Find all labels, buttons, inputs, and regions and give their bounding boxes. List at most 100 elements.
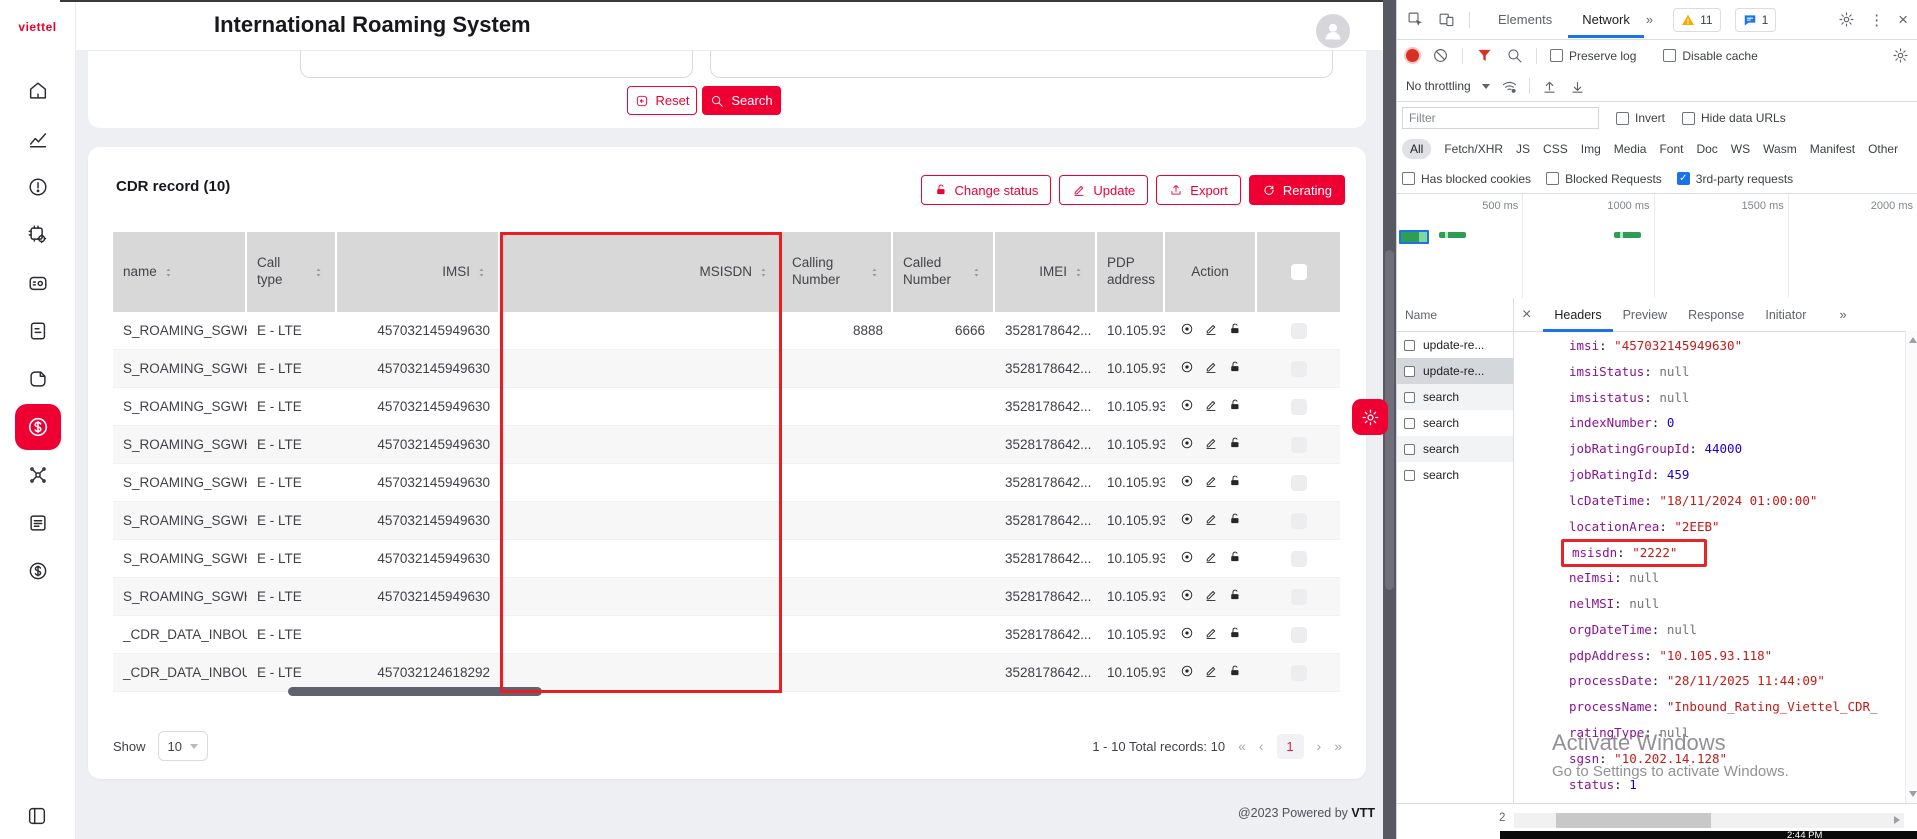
view-row-eye-icon[interactable] [1180,322,1194,339]
detail-tab-response[interactable]: Response [1688,308,1744,322]
update-button[interactable]: Update [1059,175,1148,205]
export-button[interactable]: Export [1156,175,1241,205]
reset-button[interactable]: Reset [627,86,697,115]
type-pill-img[interactable]: Img [1581,142,1601,156]
settings-gear-icon[interactable] [1838,11,1855,28]
record-network-log-button[interactable] [1406,49,1419,62]
request-checkbox[interactable] [1404,418,1415,429]
current-page-button[interactable]: 1 [1277,734,1304,759]
change-status-button[interactable]: Change status [921,175,1052,205]
hide-data-urls-toggle[interactable]: Hide data URLs [1682,111,1786,125]
lock-row-lock-open-icon[interactable] [1228,664,1242,681]
view-row-eye-icon[interactable] [1180,398,1194,415]
search-filter-input-2[interactable] [710,50,1333,78]
view-row-eye-icon[interactable] [1180,626,1194,643]
column-header-name[interactable]: name [113,232,247,312]
lock-row-lock-open-icon[interactable] [1228,588,1242,605]
row-checkbox[interactable] [1291,399,1307,415]
sort-icon[interactable] [162,266,175,279]
page-size-select[interactable]: 10 [158,731,208,761]
collapse-sidebar-icon[interactable] [26,805,48,827]
lock-row-lock-open-icon[interactable] [1228,474,1242,491]
lock-row-lock-open-icon[interactable] [1228,550,1242,567]
sort-icon[interactable] [312,266,325,279]
checkbox[interactable] [1546,172,1559,185]
invert-toggle[interactable]: Invert [1616,111,1665,125]
view-row-eye-icon[interactable] [1180,512,1194,529]
filter-funnel-icon[interactable] [1476,47,1493,64]
search-filter-input-1[interactable] [300,50,693,78]
user-avatar[interactable] [1316,14,1350,48]
last-page-button[interactable]: » [1334,738,1342,754]
invert-checkbox[interactable] [1616,112,1629,125]
network-conditions-icon[interactable] [1501,78,1518,95]
lock-row-lock-open-icon[interactable] [1228,512,1242,529]
sidebar-item-line-chart[interactable] [27,128,49,150]
view-row-eye-icon[interactable] [1180,664,1194,681]
search-button[interactable]: Search [702,86,781,115]
search-network-icon[interactable] [1506,47,1523,64]
row-checkbox[interactable] [1291,665,1307,681]
import-har-icon[interactable] [1541,78,1558,95]
sort-icon[interactable] [475,266,488,279]
edit-row-pencil-icon[interactable] [1204,588,1218,605]
table-horizontal-scrollbar[interactable] [288,687,542,696]
request-list-header[interactable]: Name [1397,298,1513,332]
row-checkbox[interactable] [1291,437,1307,453]
select-all-checkbox[interactable] [1291,264,1307,280]
request-row[interactable]: search [1397,410,1513,436]
lock-row-lock-open-icon[interactable] [1228,360,1242,377]
disable-cache-checkbox[interactable] [1663,49,1676,62]
lock-row-lock-open-icon[interactable] [1228,322,1242,339]
view-row-eye-icon[interactable] [1180,550,1194,567]
more-tabs-chevron[interactable]: » [1646,12,1653,27]
scroll-up-arrow-icon[interactable] [1909,337,1917,343]
edit-row-pencil-icon[interactable] [1204,398,1218,415]
column-header-called-number[interactable]: Called Number [893,232,995,312]
scrollbar-thumb[interactable] [1556,813,1711,828]
edit-row-pencil-icon[interactable] [1204,436,1218,453]
issues-badge[interactable]: 1 [1735,8,1777,32]
request-row[interactable]: search [1397,462,1513,488]
network-overview-timeline[interactable]: 500 ms1000 ms1500 ms2000 ms [1397,194,1917,299]
sidebar-item-file[interactable] [27,320,49,342]
prev-page-button[interactable]: ‹ [1259,738,1264,754]
device-toolbar-icon[interactable] [1438,11,1455,28]
close-devtools-icon[interactable]: × [1898,10,1908,30]
edit-row-pencil-icon[interactable] [1204,360,1218,377]
column-header-imsi[interactable]: IMSI [337,232,500,312]
preserve-log-checkbox[interactable] [1550,49,1563,62]
inspect-element-icon[interactable] [1407,11,1424,28]
column-header-calling-number[interactable]: Calling Number [782,232,893,312]
checkbox[interactable] [1402,172,1415,185]
row-checkbox[interactable] [1291,589,1307,605]
detail-tab-initiator[interactable]: Initiator [1765,308,1806,322]
row-checkbox[interactable] [1291,627,1307,643]
request-checkbox[interactable] [1404,340,1415,351]
edit-row-pencil-icon[interactable] [1204,322,1218,339]
sidebar-item-network[interactable] [27,464,49,486]
lock-row-lock-open-icon[interactable] [1228,626,1242,643]
disable-cache-toggle[interactable]: Disable cache [1663,49,1757,63]
detail-tab-headers[interactable]: Headers [1554,308,1601,322]
sidebar-item-folder[interactable] [27,368,49,390]
edit-row-pencil-icon[interactable] [1204,474,1218,491]
checkbox[interactable]: ✓ [1677,172,1690,185]
type-pill-media[interactable]: Media [1614,142,1647,156]
lock-row-lock-open-icon[interactable] [1228,398,1242,415]
sort-icon[interactable] [1072,266,1085,279]
view-row-eye-icon[interactable] [1180,588,1194,605]
request-checkbox[interactable] [1404,444,1415,455]
floating-settings-button[interactable] [1352,399,1388,435]
type-pill-js[interactable]: JS [1516,142,1530,156]
hide-data-urls-checkbox[interactable] [1682,112,1695,125]
network-filter-input[interactable] [1402,107,1599,129]
row-checkbox[interactable] [1291,551,1307,567]
rerating-button[interactable]: Rerating [1249,175,1345,205]
devtools-tab-elements[interactable]: Elements [1496,12,1554,27]
column-header-call-type[interactable]: Call type [247,232,337,312]
lock-row-lock-open-icon[interactable] [1228,436,1242,453]
devtools-tab-network[interactable]: Network [1580,12,1632,27]
sort-icon[interactable] [868,266,881,279]
type-pill-all[interactable]: All [1402,139,1431,159]
